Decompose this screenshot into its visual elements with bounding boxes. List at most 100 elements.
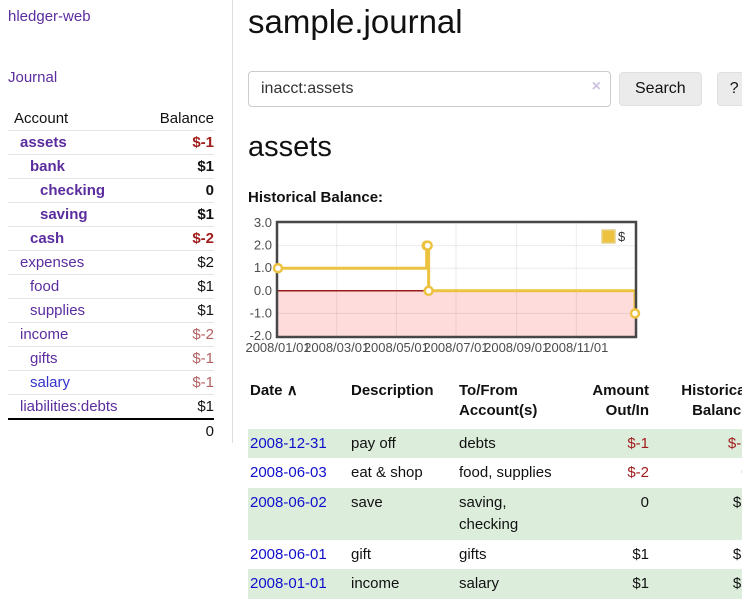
x-axis-tick-label: 2008/07/01 [423,340,488,355]
account-balance: $1 [146,275,214,299]
account-row: income $-2 [8,323,214,347]
transaction-description: gift [349,540,457,570]
register-col-accounts[interactable]: To/From Account(s) [457,379,561,429]
transaction-date-link[interactable]: 2008-06-03 [250,464,327,481]
accounts-total-row: 0 [8,419,214,443]
register-header-row: Date ∧ Description To/From Account(s) Am… [248,379,742,429]
account-balance: $1 [146,155,214,179]
x-axis-tick-label: 2008/09/01 [484,340,549,355]
accounts-col-account: Account [8,107,146,131]
account-link[interactable]: liabilities:debts [20,398,118,415]
account-heading: assets [248,131,742,164]
account-link[interactable]: salary [30,374,70,391]
page-title: sample.journal [248,2,742,42]
x-axis-tick-label: 2008/03/01 [304,340,369,355]
account-balance: $1 [146,299,214,323]
register-row: 2008-06-03eat & shopfood, supplies$-20 [248,458,742,488]
transaction-date-link[interactable]: 2008-06-01 [250,546,327,563]
main-content: sample.journal × Search ? assets Histori… [233,0,742,599]
sort-asc-icon: ∧ [287,382,298,399]
y-axis-tick-label: 3.0 [254,215,272,230]
account-row: expenses $2 [8,251,214,275]
register-col-balance[interactable]: Historical Balance [651,379,742,429]
register-row: 2008-06-01 giftgifts$1$2 [248,540,742,570]
search-box: × [248,71,611,107]
y-axis-tick-label: -1.0 [250,305,272,320]
help-button[interactable]: ? [717,72,742,106]
clear-search-icon[interactable]: × [592,78,601,96]
account-row: supplies $1 [8,299,214,323]
account-row: gifts $-1 [8,347,214,371]
transaction-balance: 0 [651,458,742,488]
transaction-amount: 0 [561,488,651,540]
search-input[interactable] [248,71,611,107]
transaction-amount: $1 [561,569,651,599]
search-button[interactable]: Search [619,72,702,106]
y-axis-tick-label: 1.0 [254,260,272,275]
transaction-accounts: saving, checking [457,488,561,540]
account-link[interactable]: assets [20,134,67,151]
account-balance: $-1 [146,347,214,371]
transaction-date-link[interactable]: 2008-12-31 [250,435,327,452]
transaction-balance: $2 [651,488,742,540]
transaction-amount: $-1 [561,429,651,459]
register-col-date[interactable]: Date ∧ [248,379,349,429]
account-balance: $1 [146,203,214,227]
account-row: liabilities:debts $1 [8,395,214,420]
account-row: cash $-2 [8,227,214,251]
account-link[interactable]: income [20,326,68,343]
x-axis-tick-label: 2008/01/01 [245,340,310,355]
account-row: saving $1 [8,203,214,227]
register-table: Date ∧ Description To/From Account(s) Am… [248,379,742,599]
chart-title: Historical Balance: [248,189,742,206]
register-col-amount[interactable]: Amount Out/In [561,379,651,429]
y-axis-tick-label: 0.0 [254,283,272,298]
legend-label: $ [618,229,626,244]
transaction-description: pay off [349,429,457,459]
transaction-date-link[interactable]: 2008-06-02 [250,494,327,511]
account-link[interactable]: food [30,278,59,295]
transaction-accounts: gifts [457,540,561,570]
accounts-header-row: Account Balance [8,107,214,131]
account-row: food $1 [8,275,214,299]
account-balance: $-1 [146,371,214,395]
register-row: 2008-12-31pay offdebts$-1$-1 [248,429,742,459]
account-link[interactable]: checking [40,182,105,199]
account-row: bank $1 [8,155,214,179]
account-balance: $2 [146,251,214,275]
accounts-total-spacer [8,419,146,443]
register-row: 2008-01-01incomesalary$1$1 [248,569,742,599]
account-link[interactable]: gifts [30,350,58,367]
account-link[interactable]: bank [30,158,65,175]
y-axis-tick-label: 2.0 [254,238,272,253]
transaction-balance: $2 [651,540,742,570]
account-link[interactable]: expenses [20,254,84,271]
x-axis-tick-label: 2008/05/01 [364,340,429,355]
transaction-description: save [349,488,457,540]
transaction-description: eat & shop [349,458,457,488]
legend-swatch [602,230,615,243]
app-title-link[interactable]: hledger-web [8,8,232,25]
accounts-total-value: 0 [146,419,214,443]
account-balance: $1 [146,395,214,420]
transaction-accounts: food, supplies [457,458,561,488]
sidebar-item-journal[interactable]: Journal [8,69,232,86]
transaction-amount: $1 [561,540,651,570]
account-balance: $-1 [146,131,214,155]
account-row: salary $-1 [8,371,214,395]
hledger-web-app: hledger-web Journal Account Balance asse… [0,0,742,599]
account-link[interactable]: saving [40,206,88,223]
account-link[interactable]: supplies [30,302,85,319]
account-link[interactable]: cash [30,230,64,247]
transaction-date-link[interactable]: 2008-01-01 [250,575,327,592]
account-balance: $-2 [146,323,214,347]
account-balance: $-2 [146,227,214,251]
accounts-col-balance: Balance [146,107,214,131]
account-balance: 0 [146,179,214,203]
transaction-balance: $-1 [651,429,742,459]
register-row: 2008-06-02 savesaving, checking0$2 [248,488,742,540]
historical-balance-chart[interactable]: $3.02.01.00.0-1.0-2.02008/01/012008/03/0… [248,218,648,358]
transaction-description: income [349,569,457,599]
transaction-accounts: salary [457,569,561,599]
register-col-description[interactable]: Description [349,379,457,429]
